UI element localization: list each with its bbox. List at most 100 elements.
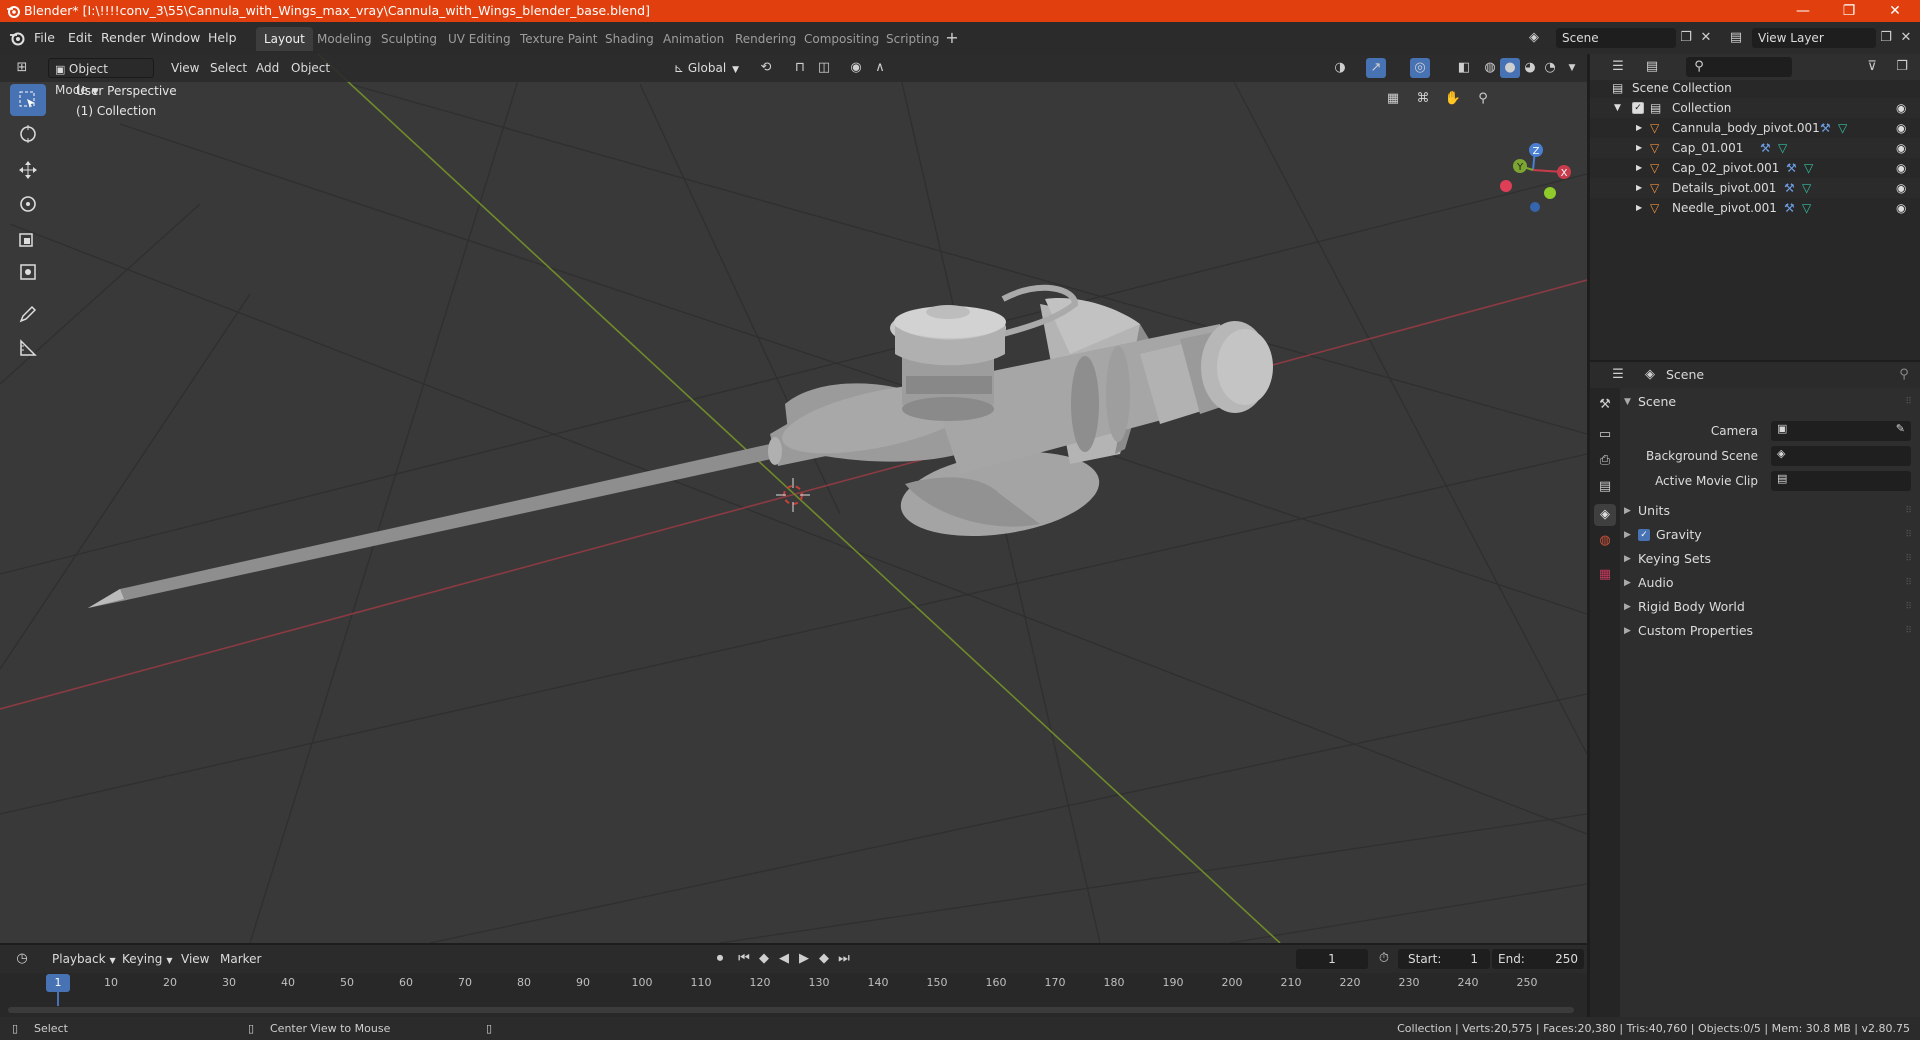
eye-icon[interactable]: ◉ xyxy=(1896,118,1906,138)
menu-playback[interactable]: Playback ▼ xyxy=(46,949,122,969)
menu-add[interactable]: Add xyxy=(250,58,285,78)
menu-edit[interactable]: Edit xyxy=(63,28,97,48)
eye-icon[interactable]: ◉ xyxy=(1896,158,1906,178)
pin-icon[interactable]: ⚲ xyxy=(1894,365,1914,385)
jump-start-icon[interactable]: ⏮ xyxy=(734,949,754,969)
properties-editor-type-icon[interactable]: ☰ xyxy=(1608,365,1628,385)
panel-custom-properties[interactable]: ▶ Custom Properties ⠿ xyxy=(1620,620,1912,642)
stopwatch-icon[interactable]: ⏱ xyxy=(1374,949,1394,969)
world-tab-icon[interactable]: ◍ xyxy=(1594,530,1616,552)
tab-rendering[interactable]: Rendering xyxy=(727,27,804,51)
modifier-wrench-icon[interactable]: ⚒ xyxy=(1820,118,1831,138)
delete-view-layer-icon[interactable]: ✕ xyxy=(1896,28,1916,48)
play-reverse-icon[interactable]: ◀ xyxy=(774,949,794,969)
expand-triangle-icon[interactable]: ▶ xyxy=(1636,178,1642,198)
filter-icon[interactable]: ⊽ xyxy=(1862,57,1882,77)
solid-shading-icon[interactable]: ● xyxy=(1500,58,1520,78)
background-scene-field[interactable]: ◈ xyxy=(1771,446,1911,466)
gizmo-neg-x-icon[interactable] xyxy=(1500,180,1512,192)
mesh-data-icon[interactable]: ▽ xyxy=(1802,198,1811,218)
panel-scene[interactable]: ▼ Scene ⠿ xyxy=(1620,391,1912,413)
new-scene-icon[interactable]: ❐ xyxy=(1676,28,1696,48)
xray-icon[interactable]: ◧ xyxy=(1454,58,1474,78)
new-collection-icon[interactable]: ❐ xyxy=(1892,57,1912,77)
menu-marker[interactable]: Marker xyxy=(214,949,267,969)
tab-sculpting[interactable]: Sculpting xyxy=(373,27,445,51)
tab-animation[interactable]: Animation xyxy=(655,27,732,51)
scale-tool[interactable] xyxy=(10,222,46,254)
wireframe-shading-icon[interactable]: ◍ xyxy=(1480,58,1500,78)
rendered-shading-icon[interactable]: ◔ xyxy=(1540,58,1560,78)
tab-uv-editing[interactable]: UV Editing xyxy=(440,27,519,51)
output-tab-icon[interactable]: ⎙ xyxy=(1594,450,1616,472)
move-tool[interactable] xyxy=(10,154,46,186)
timeline-editor-type-icon[interactable]: ◷ xyxy=(12,949,32,969)
panel-keying-sets[interactable]: ▶ Keying Sets ⠿ xyxy=(1620,548,1912,570)
tab-shading[interactable]: Shading xyxy=(597,27,662,51)
menu-timeline-view[interactable]: View xyxy=(175,949,215,969)
tab-modeling[interactable]: Modeling xyxy=(309,27,380,51)
falloff-icon[interactable]: ∧ xyxy=(870,58,890,78)
modifier-wrench-icon[interactable]: ⚒ xyxy=(1784,198,1795,218)
minimize-button[interactable]: — xyxy=(1780,0,1826,22)
scene-field[interactable]: Scene xyxy=(1556,28,1676,48)
tab-texture-paint[interactable]: Texture Paint xyxy=(512,27,605,51)
menu-object[interactable]: Object xyxy=(285,58,336,78)
modifier-wrench-icon[interactable]: ⚒ xyxy=(1786,158,1797,178)
cursor-tool[interactable] xyxy=(10,118,46,150)
outliner-editor-type-icon[interactable]: ☰ xyxy=(1608,57,1628,77)
pan-hand-icon[interactable]: ✋ xyxy=(1443,89,1463,109)
transform-tool[interactable] xyxy=(10,256,46,288)
3d-viewport[interactable]: Z X Y ⊞ ▣ Object Mode ▼ View Select Add O… xyxy=(0,54,1587,943)
mesh-data-icon[interactable]: ▽ xyxy=(1778,138,1787,158)
menu-keying[interactable]: Keying ▼ xyxy=(116,949,178,969)
navigation-gizmo[interactable]: Z X Y xyxy=(1500,143,1571,212)
expand-triangle-icon[interactable]: ▶ xyxy=(1636,138,1642,158)
view-layer-field[interactable]: View Layer xyxy=(1752,28,1876,48)
outliner-row-object[interactable]: ▶ ▽ Details_pivot.001 ⚒ ▽ ◉ xyxy=(1590,178,1920,198)
play-icon[interactable]: ▶ xyxy=(794,949,814,969)
gravity-checkbox[interactable]: ✓ xyxy=(1638,529,1650,541)
menu-window[interactable]: Window xyxy=(146,28,205,48)
mesh-data-icon[interactable]: ▽ xyxy=(1838,118,1847,138)
snap-icon[interactable]: ⊓ xyxy=(790,58,810,78)
pivot-point-icon[interactable]: ⟲ xyxy=(756,58,776,78)
eye-icon[interactable]: ◉ xyxy=(1896,138,1906,158)
drag-grip-icon[interactable]: ⠿ xyxy=(1905,391,1912,413)
menu-select[interactable]: Select xyxy=(204,58,253,78)
eye-icon[interactable]: ◉ xyxy=(1896,98,1906,118)
proportional-edit-icon[interactable]: ◉ xyxy=(846,58,866,78)
next-keyframe-icon[interactable]: ◆ xyxy=(814,949,834,969)
drag-grip-icon[interactable]: ⠿ xyxy=(1905,500,1912,522)
material-shading-icon[interactable]: ◕ xyxy=(1520,58,1540,78)
close-button[interactable]: ✕ xyxy=(1872,0,1918,22)
panel-audio[interactable]: ▶ Audio ⠿ xyxy=(1620,572,1912,594)
outliner-row-collection[interactable]: ▼ ✓ ▤ Collection ◉ xyxy=(1590,98,1920,118)
gizmo-neg-y-icon[interactable] xyxy=(1544,187,1556,199)
expand-triangle-icon[interactable]: ▶ xyxy=(1636,158,1642,178)
display-mode-icon[interactable]: ▤ xyxy=(1642,57,1662,77)
record-icon[interactable]: ⏺ xyxy=(710,949,730,969)
annotate-tool[interactable] xyxy=(10,298,46,330)
drag-grip-icon[interactable]: ⠿ xyxy=(1905,548,1912,570)
outliner-row-object[interactable]: ▶ ▽ Cap_02_pivot.001 ⚒ ▽ ◉ xyxy=(1590,158,1920,178)
timeline-scrollbar[interactable] xyxy=(8,1007,1574,1013)
rotate-tool[interactable] xyxy=(10,188,46,220)
eye-icon[interactable]: ◉ xyxy=(1896,178,1906,198)
outliner-row-scene-collection[interactable]: ▤ Scene Collection xyxy=(1590,78,1920,98)
drag-grip-icon[interactable]: ⠿ xyxy=(1905,620,1912,642)
prev-keyframe-icon[interactable]: ◆ xyxy=(754,949,774,969)
jump-end-icon[interactable]: ⏭ xyxy=(834,949,854,969)
select-box-tool[interactable] xyxy=(10,84,46,116)
panel-gravity[interactable]: ▶ ✓ Gravity ⠿ xyxy=(1620,524,1912,546)
outliner-row-object[interactable]: ▶ ▽ Cannula_body_pivot.001 ⚒ ▽ ◉ xyxy=(1590,118,1920,138)
blender-menu-icon[interactable] xyxy=(9,30,25,46)
shading-options-icon[interactable]: ▼ xyxy=(1562,58,1582,78)
outliner-row-object[interactable]: ▶ ▽ Cap_01.001 ⚒ ▽ ◉ xyxy=(1590,138,1920,158)
menu-view[interactable]: View xyxy=(165,58,205,78)
tool-tab-icon[interactable]: ⚒ xyxy=(1594,394,1616,416)
mode-dropdown[interactable]: ▣ Object Mode ▼ xyxy=(48,58,154,97)
snap-target-icon[interactable]: ◫ xyxy=(814,58,834,78)
gizmo-neg-z-icon[interactable] xyxy=(1530,202,1540,212)
mesh-data-icon[interactable]: ▽ xyxy=(1804,158,1813,178)
